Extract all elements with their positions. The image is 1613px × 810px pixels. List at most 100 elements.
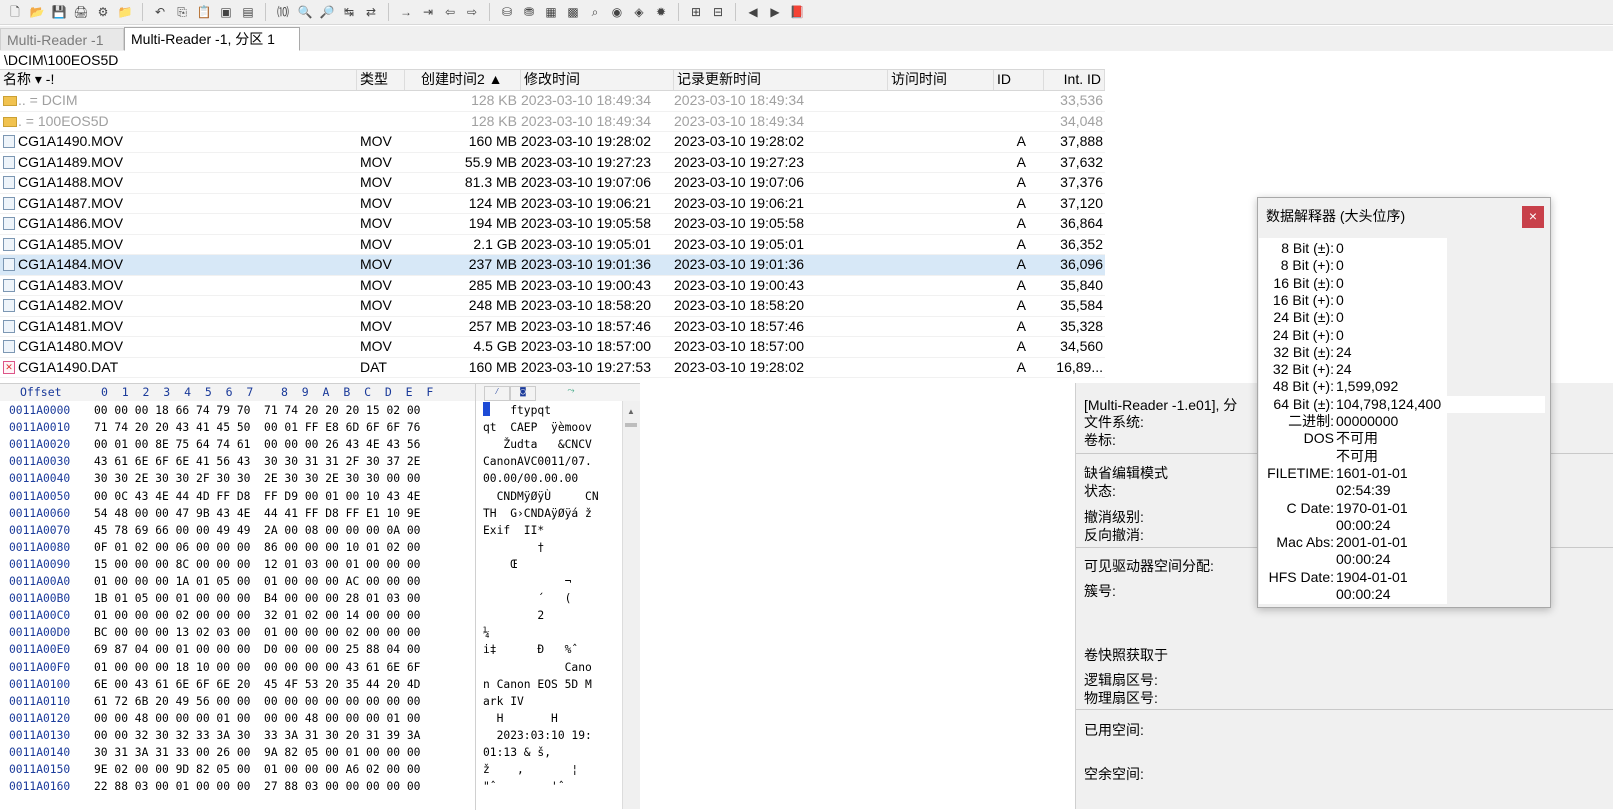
interpreter-row: 32 Bit (+): 24	[1259, 361, 1545, 378]
hex-bytes: 01 00 00 00 1A 01 05 00 01 00 00 00 AC 0…	[94, 575, 421, 588]
select-icon[interactable]: ▤	[239, 3, 257, 21]
hex-editor-pane[interactable]: Offset 0 1 2 3 4 5 6 7 8 9 A B C D E F ⁄…	[0, 383, 640, 810]
interpreter-row: 16 Bit (±): 0	[1259, 275, 1545, 292]
file-record-updated: 2023-03-10 19:05:01	[674, 235, 804, 252]
tab-multi-reader-partition-1[interactable]: Multi-Reader -1, 分区 1	[124, 27, 300, 51]
file-int-id: 36,864	[1060, 215, 1103, 231]
clipboard-icon[interactable]: ▣	[217, 3, 235, 21]
hex-row: 0011A0010 71 74 20 20 43 41 45 50 00 01 F…	[0, 419, 640, 436]
hex-offset: 0011A00A0	[9, 575, 71, 588]
column-accessed[interactable]: 访问时间	[888, 70, 994, 90]
open-disk-icon[interactable]: 📁	[116, 3, 134, 21]
file-row[interactable]: . = 100EOS5D 128 KB 2023-03-10 18:49:34 202…	[0, 112, 1105, 132]
ascii-view-tab-icon[interactable]: ⁄	[484, 386, 510, 401]
file-row[interactable]: CG1A1489.MOV MOV 55.9 MB 2023-03-10 19:27:2…	[0, 153, 1105, 173]
interpreter-label: Mac Abs:	[1276, 534, 1334, 551]
column-created[interactable]: 创建时间2 ▲	[405, 70, 521, 90]
compare-icon[interactable]: ◈	[630, 3, 648, 21]
hex-offset: 0011A0080	[9, 540, 71, 554]
file-row[interactable]: CG1A1485.MOV MOV 2.1 GB 2023-03-10 19:05:01…	[0, 235, 1105, 255]
file-row[interactable]: CG1A1483.MOV MOV 285 MB 2023-03-10 19:00:43…	[0, 276, 1105, 296]
info-separator	[1076, 709, 1613, 710]
hex-ascii: ´ (	[483, 592, 572, 606]
hex-convert-icon[interactable]: ⑽	[274, 3, 292, 21]
file-row[interactable]: CG1A1490.MOV MOV 160 MB 2023-03-10 19:28:02…	[0, 132, 1105, 153]
play-forward-icon[interactable]: ▶	[766, 3, 784, 21]
close-icon[interactable]: ×	[1522, 206, 1544, 228]
hex-row: 0011A00E0 69 87 04 00 01 00 00 00 D0 00 0…	[0, 641, 640, 658]
print-icon[interactable]: 🖨	[72, 3, 90, 21]
hex-offset: 0011A0150	[9, 763, 71, 777]
ascii-view-tab3-icon[interactable]: ⤳	[555, 386, 587, 399]
file-modified: 2023-03-10 19:05:58	[521, 215, 651, 231]
search-icon[interactable]: ⌕	[586, 3, 604, 21]
column-type[interactable]: 类型	[357, 70, 405, 90]
file-type: MOV	[360, 153, 392, 170]
column-id[interactable]: ID	[994, 70, 1044, 90]
snapshot-icon[interactable]: ◉	[608, 3, 626, 21]
file-row[interactable]: ✕ CG1A1490.DAT DAT 160 MB 2023-03-10 19:27:5…	[0, 358, 1105, 378]
open-folder-icon[interactable]: 📂	[28, 3, 46, 21]
undo-icon[interactable]: ↶	[151, 3, 169, 21]
file-name: . = 100EOS5D	[18, 112, 109, 129]
column-int-id[interactable]: Int. ID	[1044, 70, 1105, 90]
play-back-icon[interactable]: ◀	[744, 3, 762, 21]
hex-bytes: 69 87 04 00 01 00 00 00 D0 00 00 00 25 8…	[94, 643, 421, 657]
tab-multi-reader[interactable]: Multi-Reader -1	[0, 28, 124, 50]
file-accessed	[890, 255, 994, 275]
file-row[interactable]: CG1A1480.MOV MOV 4.5 GB 2023-03-10 18:57:00…	[0, 337, 1105, 358]
file-modified: 2023-03-10 19:27:23	[521, 153, 651, 170]
window-icon[interactable]: ⊟	[709, 3, 727, 21]
properties-icon[interactable]: ⚙	[94, 3, 112, 21]
file-size: 248 MB	[468, 297, 517, 313]
column-record-updated[interactable]: 记录更新时间	[674, 70, 888, 90]
find-hex-icon[interactable]: 🔎	[318, 3, 336, 21]
goto-sector-icon[interactable]: ⇥	[419, 3, 437, 21]
data-interpreter-dialog: 数据解释器 (大头位序) × 8 Bit (±): 0 8 Bit (+): 0 16 …	[1257, 197, 1551, 608]
scroll-thumb[interactable]	[625, 423, 637, 427]
replace-icon[interactable]: ↹	[340, 3, 358, 21]
disk-icon[interactable]: ⛁	[498, 3, 516, 21]
paste-icon[interactable]: 📋	[195, 3, 213, 21]
interpreter-row: HFS Date: 1904-01-01	[1259, 569, 1545, 586]
save-icon[interactable]: 💾	[50, 3, 68, 21]
forward-arrow-icon[interactable]: ⇨	[463, 3, 481, 21]
hex-vertical-scrollbar[interactable]: ▲	[622, 401, 640, 809]
interpreter-label: 16 Bit (±):	[1273, 274, 1334, 291]
hex-ascii: 2	[483, 609, 545, 623]
scroll-up-icon[interactable]: ▲	[627, 407, 635, 416]
replace-hex-icon[interactable]: ⇄	[362, 3, 380, 21]
column-name[interactable]: 名称 ▾ -!	[0, 70, 357, 90]
file-row[interactable]: CG1A1487.MOV MOV 124 MB 2023-03-10 19:06:21…	[0, 194, 1105, 214]
goto-offset-icon[interactable]: →	[397, 3, 415, 21]
file-row[interactable]: CG1A1488.DATDAT81.1 MB2023-03-10 19:06:5…	[0, 378, 1105, 381]
ram-icon[interactable]: ▦	[542, 3, 560, 21]
file-accessed	[890, 358, 994, 378]
file-row[interactable]: .. = DCIM 128 KB 2023-03-10 18:49:34 2023-0…	[0, 91, 1105, 112]
help-book-icon[interactable]: 📕	[788, 3, 806, 21]
column-modified[interactable]: 修改时间	[521, 70, 674, 90]
file-row[interactable]: CG1A1484.MOV MOV 237 MB 2023-03-10 19:01:36…	[0, 255, 1105, 276]
find-icon[interactable]: 🔍	[296, 3, 314, 21]
copy-icon[interactable]: ⎘	[173, 3, 191, 21]
file-row[interactable]: CG1A1486.MOV MOV 194 MB 2023-03-10 19:05:58…	[0, 214, 1105, 235]
file-row[interactable]: CG1A1488.MOV MOV 81.3 MB 2023-03-10 19:07:0…	[0, 173, 1105, 194]
file-id: A	[1016, 194, 1026, 211]
file-row[interactable]: CG1A1482.MOV MOV 248 MB 2023-03-10 18:58:20…	[0, 296, 1105, 317]
hex-row: 0011A00C0 01 00 00 00 02 00 00 00 32 01 0…	[0, 607, 640, 624]
file-type: MOV	[360, 215, 392, 231]
file-row[interactable]: CG1A1481.MOV MOV 257 MB 2023-03-10 18:57:46…	[0, 317, 1105, 337]
settings-icon[interactable]: ✹	[652, 3, 670, 21]
file-size: 257 MB	[468, 317, 517, 334]
interpreter-value: 不可用	[1336, 430, 1378, 447]
view-toggle-icon[interactable]: ⊞	[687, 3, 705, 21]
interpreter-value: 00:00:24	[1336, 551, 1391, 568]
disk-tools-icon[interactable]: ⛃	[520, 3, 538, 21]
calculator-icon[interactable]: ▩	[564, 3, 582, 21]
file-type: DAT	[360, 378, 404, 381]
back-arrow-icon[interactable]: ⇦	[441, 3, 459, 21]
ascii-view-tab2-icon[interactable]: ◙	[510, 386, 536, 401]
hex-offset: 0011A0090	[9, 557, 71, 571]
file-accessed	[890, 296, 994, 316]
new-file-icon[interactable]: 🗋	[6, 3, 24, 21]
